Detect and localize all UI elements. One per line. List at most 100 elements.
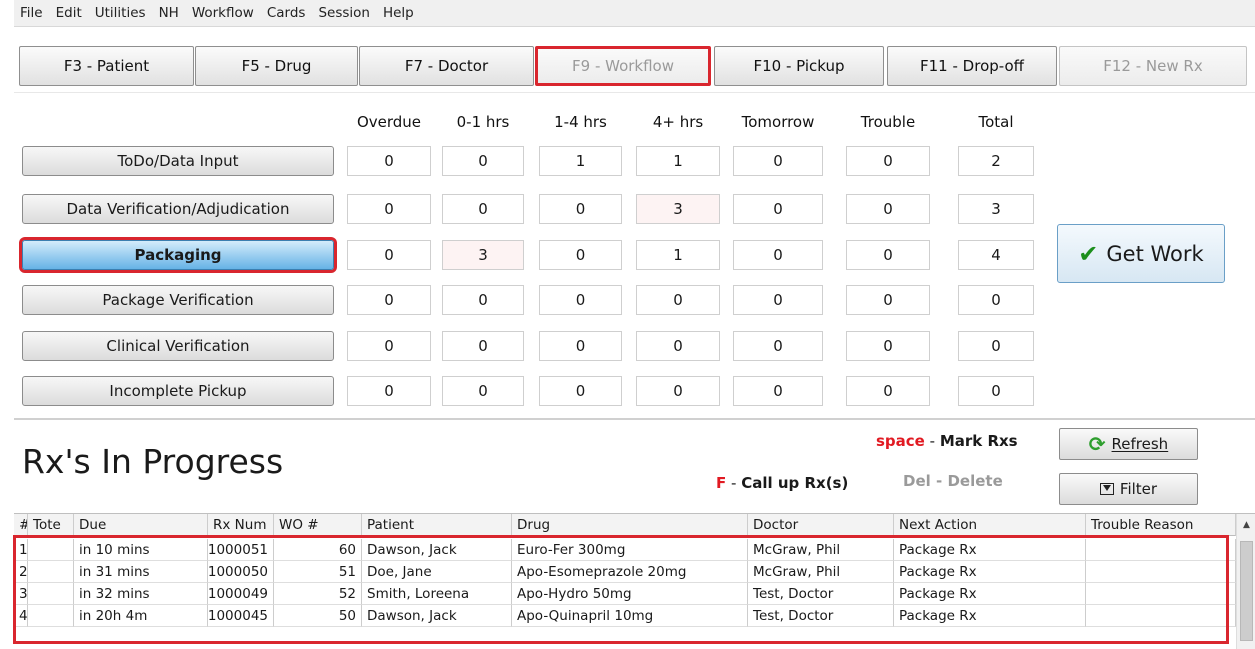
table-row[interactable]: 2 in 31 mins 1000050 51 Doe, Jane Apo-Es… (14, 561, 1244, 583)
table-scrollbar[interactable]: ▲ (1236, 514, 1255, 649)
row-next-action: Package Rx (894, 605, 1086, 627)
hint-call-up-rx: F - Call up Rx(s) (716, 474, 848, 492)
incomplete-pickup-button[interactable]: Incomplete Pickup (22, 376, 334, 406)
rx-progress-table: # Tote Due Rx Num WO # Patient Drug Doct… (14, 513, 1255, 649)
f5-drug-button[interactable]: F5 - Drug (195, 46, 358, 86)
col-header-overdue: Overdue (356, 113, 422, 131)
col-header-rx-num[interactable]: Rx Num (208, 514, 274, 536)
todo-1-4hrs-count: 1 (539, 146, 622, 176)
packaging-trouble-count: 0 (846, 240, 930, 270)
menu-cards[interactable]: Cards (267, 5, 306, 21)
menu-bar: File Edit Utilities NH Workflow Cards Se… (14, 0, 1255, 27)
clinver-total-count: 0 (958, 331, 1034, 361)
row-rx-num: 1000045 (208, 605, 274, 627)
dataver-1-4hrs-count: 0 (539, 194, 622, 224)
get-work-label: Get Work (1106, 241, 1204, 266)
col-header-wo[interactable]: WO # (274, 514, 362, 536)
clinical-verification-button[interactable]: Clinical Verification (22, 331, 334, 361)
f3-patient-button[interactable]: F3 - Patient (19, 46, 194, 86)
row-drug: Apo-Esomeprazole 20mg (512, 561, 748, 583)
row-index: 4 (14, 605, 28, 627)
todo-data-input-button[interactable]: ToDo/Data Input (22, 146, 334, 176)
clinver-4plus-count: 0 (636, 331, 720, 361)
col-header-trouble: Trouble (860, 113, 916, 131)
hint-space-sep: - (924, 432, 940, 450)
col-header-tomorrow: Tomorrow (741, 113, 815, 131)
row-doctor: Test, Doctor (748, 605, 894, 627)
incpick-overdue-count: 0 (347, 376, 431, 406)
f7-doctor-button[interactable]: F7 - Doctor (359, 46, 534, 86)
data-verification-button[interactable]: Data Verification/Adjudication (22, 194, 334, 224)
dataver-0-1hrs-count: 0 (442, 194, 524, 224)
col-header-patient[interactable]: Patient (362, 514, 512, 536)
packaging-total-count: 4 (958, 240, 1034, 270)
refresh-label: Refresh (1111, 435, 1169, 453)
pkgver-overdue-count: 0 (347, 285, 431, 315)
scroll-thumb[interactable] (1240, 541, 1253, 641)
menu-help[interactable]: Help (383, 5, 414, 21)
menu-workflow[interactable]: Workflow (192, 5, 254, 21)
row-doctor: Test, Doctor (748, 583, 894, 605)
menu-utilities[interactable]: Utilities (95, 5, 146, 21)
table-row[interactable]: 3 in 32 mins 1000049 52 Smith, Loreena A… (14, 583, 1244, 605)
menu-file[interactable]: File (20, 5, 43, 21)
row-index: 3 (14, 583, 28, 605)
clinver-1-4hrs-count: 0 (539, 331, 622, 361)
packaging-button[interactable]: Packaging (22, 240, 334, 270)
col-header-due[interactable]: Due (74, 514, 208, 536)
row-trouble-reason (1086, 539, 1236, 561)
col-header-tote[interactable]: Tote (28, 514, 74, 536)
packaging-0-1hrs-count: 3 (442, 240, 524, 270)
row-trouble-reason (1086, 583, 1236, 605)
incpick-total-count: 0 (958, 376, 1034, 406)
f10-pickup-button[interactable]: F10 - Pickup (714, 46, 884, 86)
row-index: 2 (14, 561, 28, 583)
incpick-4plus-count: 0 (636, 376, 720, 406)
pkgver-0-1hrs-count: 0 (442, 285, 524, 315)
row-patient: Smith, Loreena (362, 583, 512, 605)
f11-dropoff-button[interactable]: F11 - Drop-off (887, 46, 1057, 86)
f9-workflow-button[interactable]: F9 - Workflow (535, 46, 711, 86)
menu-session[interactable]: Session (318, 5, 370, 21)
clinver-overdue-count: 0 (347, 331, 431, 361)
row-wo: 60 (274, 539, 362, 561)
row-drug: Apo-Hydro 50mg (512, 583, 748, 605)
pkgver-trouble-count: 0 (846, 285, 930, 315)
filter-label: Filter (1119, 480, 1158, 498)
rx-in-progress-title: Rx's In Progress (22, 442, 284, 481)
get-work-button[interactable]: ✔ Get Work (1057, 224, 1225, 283)
pkgver-total-count: 0 (958, 285, 1034, 315)
row-due: in 20h 4m (74, 605, 208, 627)
col-header-drug[interactable]: Drug (512, 514, 748, 536)
table-row[interactable]: 4 in 20h 4m 1000045 50 Dawson, Jack Apo-… (14, 605, 1244, 627)
hint-f-action: Call up Rx(s) (741, 474, 849, 492)
col-header-trouble-reason[interactable]: Trouble Reason (1086, 514, 1236, 536)
dataver-trouble-count: 0 (846, 194, 930, 224)
menu-nh[interactable]: NH (159, 5, 179, 21)
col-header-doctor[interactable]: Doctor (748, 514, 894, 536)
clinver-tomorrow-count: 0 (733, 331, 823, 361)
row-patient: Dawson, Jack (362, 605, 512, 627)
row-rx-num: 1000050 (208, 561, 274, 583)
row-wo: 50 (274, 605, 362, 627)
row-index: 1 (14, 539, 28, 561)
row-doctor: McGraw, Phil (748, 561, 894, 583)
refresh-button[interactable]: ⟳ Refresh (1059, 428, 1198, 460)
row-rx-num: 1000051 (208, 539, 274, 561)
hint-f-sep: - (726, 474, 742, 492)
filter-button[interactable]: Filter (1059, 473, 1198, 505)
incpick-1-4hrs-count: 0 (539, 376, 622, 406)
package-verification-button[interactable]: Package Verification (22, 285, 334, 315)
row-wo: 51 (274, 561, 362, 583)
f12-new-rx-button[interactable]: F12 - New Rx (1059, 46, 1247, 86)
dataver-4plus-count: 3 (636, 194, 720, 224)
scroll-up-arrow-icon[interactable]: ▲ (1237, 520, 1255, 530)
table-row[interactable]: 1 in 10 mins 1000051 60 Dawson, Jack Eur… (14, 539, 1244, 561)
hint-del-action: Delete (947, 472, 1003, 490)
hint-f-key: F (716, 474, 727, 492)
menu-edit[interactable]: Edit (56, 5, 82, 21)
hint-delete: Del - Delete (903, 472, 1003, 490)
todo-0-1hrs-count: 0 (442, 146, 524, 176)
col-header-index[interactable]: # (14, 514, 28, 536)
col-header-next-action[interactable]: Next Action (894, 514, 1086, 536)
